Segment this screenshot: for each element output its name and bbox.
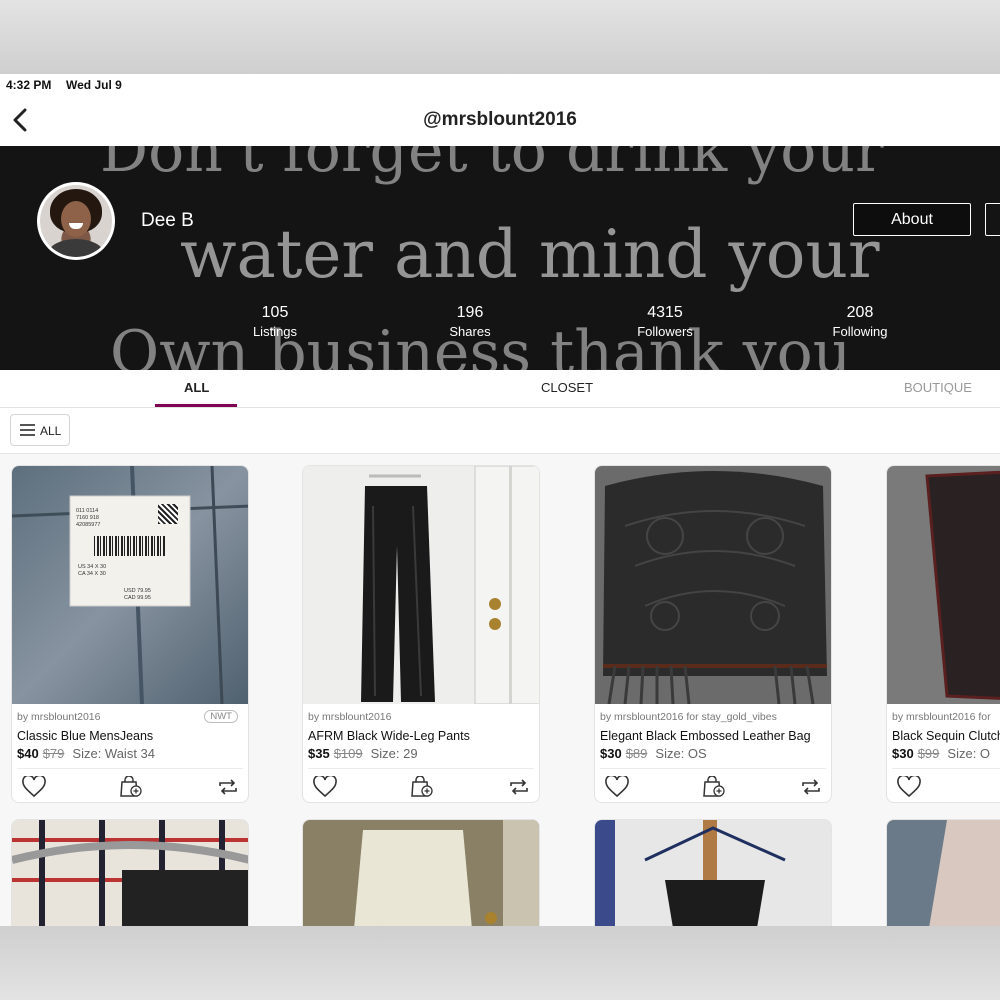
stat-following[interactable]: 208 Following <box>800 304 920 339</box>
stat-value: 105 <box>261 304 289 321</box>
stat-label: Following <box>832 324 888 339</box>
heart-icon[interactable] <box>22 774 46 798</box>
share-icon[interactable] <box>799 776 823 798</box>
listing-card[interactable]: by mrsblount2016 AFRM Black Wide-Leg Pan… <box>302 465 540 803</box>
listing-price-row: $40 $79 Size: Waist 34 <box>17 746 155 761</box>
stat-listings[interactable]: 105 Listings <box>215 304 335 339</box>
heart-icon[interactable] <box>897 774 921 798</box>
listing-size: Size: O <box>947 746 991 761</box>
status-time: 4:32 PM <box>6 78 52 92</box>
card-divider <box>892 768 1000 769</box>
listing-size: Size: Waist 34 <box>72 746 156 761</box>
share-icon[interactable] <box>216 776 240 798</box>
stat-value: 4315 <box>647 304 683 321</box>
closet-tabs: ALL CLOSET BOUTIQUE <box>0 370 1000 408</box>
listing-title[interactable]: AFRM Black Wide-Leg Pants <box>308 729 470 743</box>
tag-price-cad: CAD 99.95 <box>124 595 151 601</box>
stat-label: Shares <box>449 324 491 339</box>
listing-photo-plaid[interactable] <box>11 819 249 926</box>
active-tab-indicator <box>155 404 237 407</box>
bag-plus-icon[interactable] <box>702 775 726 798</box>
listing-seller[interactable]: by mrsblount2016 for <box>892 711 991 723</box>
listing-price: $35 <box>308 746 330 761</box>
avatar[interactable] <box>37 182 115 260</box>
profile-name: Dee B <box>141 210 194 231</box>
listing-photo-blouse[interactable] <box>886 819 1000 926</box>
heart-icon[interactable] <box>605 774 629 798</box>
nwt-badge: NWT <box>204 710 238 723</box>
stat-label: Listings <box>252 324 298 339</box>
listing-photo-clutch[interactable] <box>887 466 1000 704</box>
listing-title[interactable]: Black Sequin Clutch <box>892 729 1000 743</box>
listing-original-price: $99 <box>917 746 940 761</box>
listing-original-price: $89 <box>625 746 648 761</box>
qr-code <box>158 504 178 524</box>
tag-line-3: 42085977 <box>76 522 101 528</box>
listing-seller[interactable]: by mrsblount2016 for stay_gold_vibes <box>600 711 777 723</box>
page-title: @mrsblount2016 <box>423 109 577 130</box>
listing-size: Size: OS <box>655 746 707 761</box>
stat-shares[interactable]: 196 Shares <box>410 304 530 339</box>
listing-seller[interactable]: by mrsblount2016 <box>308 711 391 723</box>
stat-value: 208 <box>846 304 874 321</box>
listing-title[interactable]: Classic Blue MensJeans <box>17 729 153 743</box>
listing-photo-jeans[interactable]: 011 0114 7160 918 42085977 US 34 X 30 CA… <box>12 466 248 704</box>
card-divider <box>600 768 826 769</box>
listing-price: $30 <box>892 746 914 761</box>
listing-seller[interactable]: by mrsblount2016 <box>17 711 100 723</box>
listing-price-row: $30 $89 Size: OS <box>600 746 707 761</box>
status-date: Wed Jul 9 <box>66 78 122 92</box>
listing-size: Size: 29 <box>370 746 418 761</box>
bag-plus-icon[interactable] <box>119 775 143 798</box>
tab-closet[interactable]: CLOSET <box>541 380 593 395</box>
listing-price-row: $30 $99 Size: O <box>892 746 990 761</box>
listing-title[interactable]: Elegant Black Embossed Leather Bag <box>600 729 811 743</box>
filter-bar: ALL <box>0 408 1000 454</box>
barcode <box>94 536 166 556</box>
menu-icon <box>20 424 35 437</box>
listing-card[interactable]: by mrsblount2016 for stay_gold_vibes Ele… <box>594 465 832 803</box>
listing-original-price: $109 <box>333 746 363 761</box>
device-bezel-top <box>0 0 1000 74</box>
tag-price-usd: USD 79.95 <box>124 588 151 594</box>
stat-value: 196 <box>456 304 484 321</box>
about-button[interactable]: About <box>853 203 971 236</box>
filter-button[interactable]: ALL <box>10 414 70 446</box>
device-bezel-bottom <box>0 926 1000 1000</box>
listing-price: $40 <box>17 746 39 761</box>
tag-line-2: 7160 918 <box>76 515 99 521</box>
stat-label: Followers <box>637 324 693 339</box>
nav-bar: @mrsblount2016 <box>0 96 1000 146</box>
listing-card[interactable]: by mrsblount2016 for Black Sequin Clutch… <box>886 465 1000 803</box>
card-divider <box>17 768 243 769</box>
listing-photo-lace-top[interactable] <box>302 819 540 926</box>
listing-photo-bag[interactable] <box>595 466 831 704</box>
status-bar: 4:32 PM Wed Jul 9 <box>0 74 1000 96</box>
stat-followers[interactable]: 4315 Followers <box>605 304 725 339</box>
listing-price-row: $35 $109 Size: 29 <box>308 746 418 761</box>
listing-photo-pants[interactable] <box>303 466 539 704</box>
tab-all[interactable]: ALL <box>184 380 209 395</box>
card-divider <box>308 768 534 769</box>
listing-card[interactable]: 011 0114 7160 918 42085977 US 34 X 30 CA… <box>11 465 249 803</box>
filter-label: ALL <box>40 424 62 438</box>
listing-photo-strapless-top[interactable] <box>594 819 832 926</box>
follow-button[interactable] <box>985 203 1000 236</box>
listing-price: $30 <box>600 746 622 761</box>
listing-original-price: $79 <box>42 746 65 761</box>
share-icon[interactable] <box>507 776 531 798</box>
tag-line-1: 011 0114 <box>76 508 99 514</box>
bag-plus-icon[interactable] <box>410 775 434 798</box>
tab-boutique[interactable]: BOUTIQUE <box>904 380 972 395</box>
avatar-photo <box>40 185 112 257</box>
app-screen: 4:32 PM Wed Jul 9 @mrsblount2016 Don't f… <box>0 74 1000 926</box>
tag-size-1: US 34 X 30 <box>78 564 107 570</box>
heart-icon[interactable] <box>313 774 337 798</box>
tag-size-2: CA 34 X 30 <box>78 571 106 577</box>
